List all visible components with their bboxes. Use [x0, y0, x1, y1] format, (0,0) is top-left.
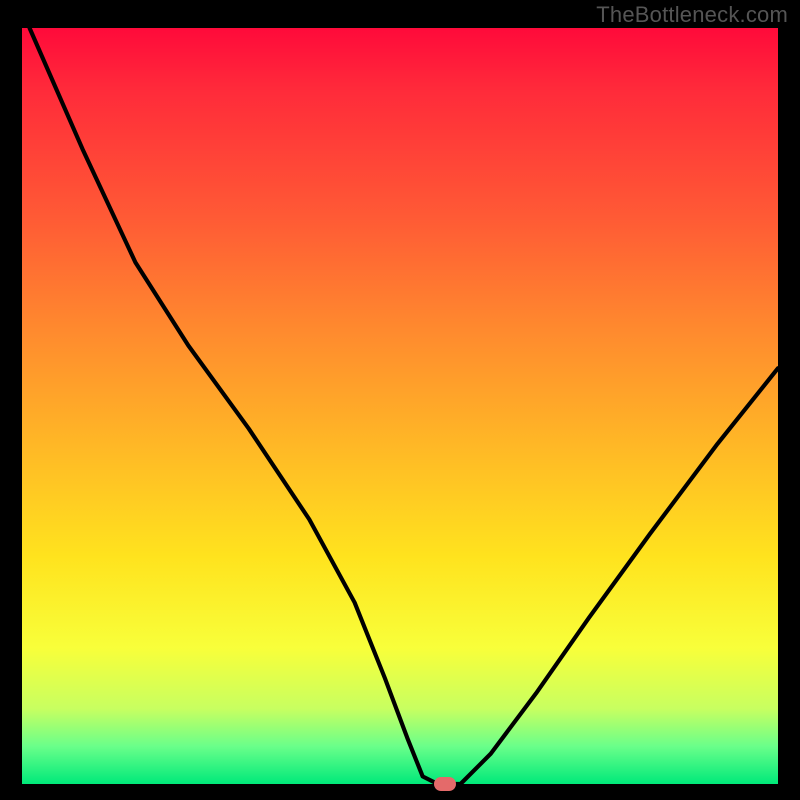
plot-area: [22, 28, 778, 784]
bottleneck-marker: [434, 777, 456, 791]
chart-frame: TheBottleneck.com: [0, 0, 800, 800]
bottleneck-curve: [22, 28, 778, 784]
watermark-text: TheBottleneck.com: [596, 2, 788, 28]
